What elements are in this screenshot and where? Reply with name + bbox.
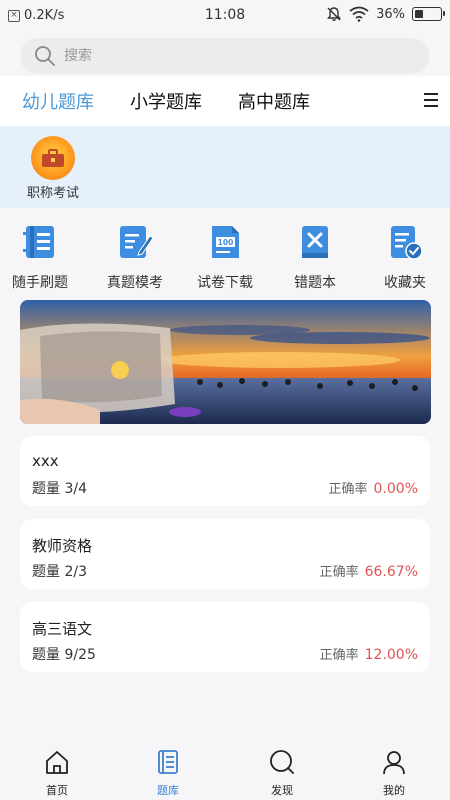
tool-mock-exam[interactable]: 真题模考 [95, 222, 175, 292]
edit-paper-icon [120, 226, 154, 258]
nav-label: 题库 [157, 784, 179, 797]
score-paper-icon: 100 [212, 226, 239, 258]
tool-practice[interactable]: 随手刷题 [0, 222, 80, 292]
bank-rate: 正确率 66.67% [320, 561, 418, 580]
grade-tabs: 幼儿题库 小学题库 高中题库 [0, 76, 450, 126]
wrong-book-icon [302, 226, 328, 258]
battery-percent: 36% [376, 6, 405, 22]
tool-label: 错题本 [294, 275, 336, 291]
banner-image [20, 300, 431, 424]
question-bank-card[interactable]: 教师资格 题量 2/3 正确率 66.67% [20, 519, 430, 589]
svg-text:100: 100 [218, 238, 234, 247]
favorites-check-icon [391, 226, 423, 260]
status-bar: × 0.2K/s 11:08 36% [0, 0, 450, 32]
bank-count: 题量 2/3 [32, 564, 87, 580]
tool-paper-download[interactable]: 100 试卷下载 [185, 222, 265, 292]
tool-label: 收藏夹 [384, 275, 426, 291]
tool-wrong-book[interactable]: 错题本 [275, 222, 355, 292]
menu-icon[interactable] [422, 90, 440, 110]
bank-rate: 正确率 0.00% [329, 478, 419, 497]
nav-label: 发现 [271, 784, 293, 797]
rate-label: 正确率 [319, 565, 359, 580]
question-bank-icon [158, 750, 178, 774]
briefcase-badge-icon [31, 136, 75, 180]
nav-profile[interactable]: 我的 [354, 748, 434, 798]
mute-bell-icon [327, 7, 341, 21]
category-label: 职称考试 [26, 186, 79, 201]
nav-home[interactable]: 首页 [17, 748, 97, 798]
search-bar[interactable] [20, 38, 430, 74]
practice-book-icon [23, 226, 54, 258]
promo-banner[interactable] [20, 300, 431, 424]
tool-label: 真题模考 [107, 275, 163, 291]
question-bank-card[interactable]: 高三语文 题量 9/25 正确率 12.00% [20, 602, 430, 672]
nav-label: 我的 [383, 784, 405, 797]
tab-primary[interactable]: 小学题库 [130, 88, 202, 114]
question-bank-card[interactable]: xxx 题量 3/4 正确率 0.00% [20, 436, 430, 506]
tool-label: 试卷下载 [197, 275, 253, 291]
tool-favorites[interactable]: 收藏夹 [365, 222, 445, 292]
nav-question-bank[interactable]: 题库 [128, 748, 208, 798]
tab-kindergarten[interactable]: 幼儿题库 [22, 88, 94, 114]
rate-value: 12.00% [364, 647, 418, 663]
nav-label: 首页 [46, 784, 68, 797]
nav-discover[interactable]: 发现 [242, 748, 322, 798]
tool-row: 随手刷题 真题模考 100 试卷下载 错题本 收藏夹 [0, 222, 450, 292]
status-right: 36% [326, 6, 445, 22]
category-professional-exam[interactable]: 职称考试 [18, 136, 88, 201]
bank-count: 题量 3/4 [32, 481, 87, 497]
profile-icon [383, 751, 405, 775]
bottom-nav: 首页 题库 发现 我的 [0, 742, 450, 800]
bank-name: 高三语文 [32, 620, 93, 638]
discover-icon [270, 750, 294, 774]
rate-label: 正确率 [328, 482, 368, 497]
wifi-icon [349, 6, 369, 22]
tab-highschool[interactable]: 高中题库 [238, 88, 310, 114]
search-icon [35, 46, 55, 66]
battery-fill [414, 9, 424, 18]
home-icon [46, 751, 68, 774]
rate-value: 0.00% [373, 481, 418, 497]
bank-name: 教师资格 [32, 537, 93, 555]
tool-label: 随手刷题 [12, 275, 68, 291]
battery-icon [412, 7, 445, 21]
bank-rate: 正确率 12.00% [320, 644, 418, 663]
bank-count: 题量 9/25 [32, 647, 96, 663]
category-band: 职称考试 [0, 126, 450, 208]
rate-label: 正确率 [319, 648, 359, 663]
rate-value: 66.67% [364, 564, 418, 580]
bank-name: xxx [32, 452, 59, 470]
search-input[interactable] [64, 48, 404, 64]
